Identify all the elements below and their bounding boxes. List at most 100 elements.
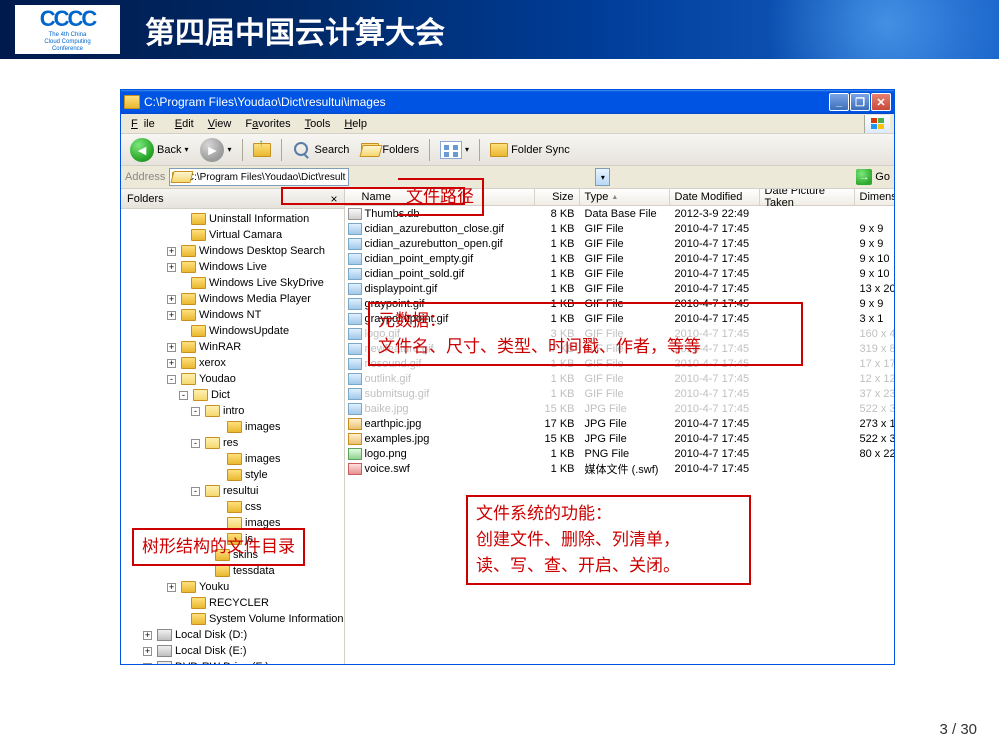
folder-sync-button[interactable]: Folder Sync bbox=[485, 137, 575, 163]
column-date-modified[interactable]: Date Modified bbox=[670, 189, 760, 205]
file-row[interactable]: examples.jpg15 KBJPG File2010-4-7 17:455… bbox=[345, 431, 894, 446]
expand-toggle[interactable]: - bbox=[167, 375, 176, 384]
tree-item[interactable]: js bbox=[121, 531, 344, 547]
tree-item[interactable]: Windows Live SkyDrive bbox=[121, 275, 344, 291]
window-titlebar[interactable]: C:\Program Files\Youdao\Dict\resultui\im… bbox=[121, 90, 894, 114]
tree-item[interactable]: +Windows Live bbox=[121, 259, 344, 275]
expand-toggle[interactable]: + bbox=[143, 663, 152, 665]
folder-icon bbox=[205, 437, 220, 449]
folders-button[interactable]: Folders bbox=[356, 137, 424, 163]
views-button[interactable]: ▾ bbox=[435, 137, 474, 163]
file-row[interactable]: cidian_point_empty.gif1 KBGIF File2010-4… bbox=[345, 251, 894, 266]
file-row[interactable]: voice.swf1 KB媒体文件 (.swf)2010-4-7 17:45 bbox=[345, 461, 894, 476]
tree-item[interactable]: +xerox bbox=[121, 355, 344, 371]
column-dimensions[interactable]: Dimensions bbox=[855, 189, 894, 205]
file-row[interactable]: displaypoint.gif1 KBGIF File2010-4-7 17:… bbox=[345, 281, 894, 296]
tree-item[interactable]: Uninstall Information bbox=[121, 211, 344, 227]
search-button[interactable]: Search bbox=[287, 137, 355, 163]
file-row[interactable]: logo.png1 KBPNG File2010-4-7 17:4580 x 2… bbox=[345, 446, 894, 461]
expand-toggle[interactable]: - bbox=[191, 487, 200, 496]
tree-item[interactable]: images bbox=[121, 515, 344, 531]
tree-item[interactable]: -Youdao bbox=[121, 371, 344, 387]
gif-file-icon bbox=[348, 328, 362, 340]
maximize-button[interactable]: ❐ bbox=[850, 93, 870, 111]
expand-toggle[interactable]: + bbox=[167, 295, 176, 304]
address-input[interactable]: C:\Program Files\Youdao\Dict\resultui\im… bbox=[169, 168, 349, 186]
tree-item[interactable]: css bbox=[121, 499, 344, 515]
column-size[interactable]: Size bbox=[535, 189, 580, 205]
file-row[interactable]: submitsug.gif1 KBGIF File2010-4-7 17:453… bbox=[345, 386, 894, 401]
address-dropdown-button[interactable]: ▾ bbox=[595, 168, 610, 186]
folder-up-icon: ↑ bbox=[253, 143, 271, 157]
tree-item[interactable]: tessdata bbox=[121, 563, 344, 579]
tree-item[interactable]: +Local Disk (D:) bbox=[121, 627, 344, 643]
file-row[interactable]: graypointpoint.gif1 KBGIF File2010-4-7 1… bbox=[345, 311, 894, 326]
up-button[interactable]: ↑ bbox=[248, 137, 276, 163]
column-type[interactable]: Type▲ bbox=[580, 189, 670, 205]
file-row[interactable]: logo.gif3 KBGIF File2010-4-7 17:45160 x … bbox=[345, 326, 894, 341]
menu-file[interactable]: File bbox=[125, 116, 167, 132]
file-row[interactable]: baike.jpg15 KBJPG File2010-4-7 17:45522 … bbox=[345, 401, 894, 416]
tree-item-label: WindowsUpdate bbox=[209, 325, 289, 337]
menu-favorites[interactable]: Favorites bbox=[239, 116, 296, 132]
back-button[interactable]: ◄ Back ▾ bbox=[125, 137, 193, 163]
tree-item[interactable]: WindowsUpdate bbox=[121, 323, 344, 339]
expand-toggle[interactable]: - bbox=[191, 407, 200, 416]
expand-toggle[interactable]: + bbox=[143, 631, 152, 640]
expand-toggle[interactable]: + bbox=[167, 263, 176, 272]
tree-item[interactable]: -resultui bbox=[121, 483, 344, 499]
close-folders-pane-button[interactable]: × bbox=[331, 192, 338, 206]
menu-edit[interactable]: Edit bbox=[169, 116, 200, 132]
file-row[interactable]: nosound.gif1 KBGIF File2010-4-7 17:4517 … bbox=[345, 356, 894, 371]
expand-toggle[interactable]: + bbox=[167, 311, 176, 320]
close-button[interactable]: ✕ bbox=[871, 93, 891, 111]
tree-item[interactable]: +WinRAR bbox=[121, 339, 344, 355]
file-row[interactable]: cidian_azurebutton_open.gif1 KBGIF File2… bbox=[345, 236, 894, 251]
folder-icon bbox=[227, 533, 242, 545]
expand-toggle[interactable]: + bbox=[167, 359, 176, 368]
tree-item[interactable]: +Windows NT bbox=[121, 307, 344, 323]
tree-item[interactable]: RECYCLER bbox=[121, 595, 344, 611]
file-row[interactable]: cidian_azurebutton_close.gif1 KBGIF File… bbox=[345, 221, 894, 236]
folder-icon bbox=[227, 453, 242, 465]
expand-toggle[interactable]: - bbox=[179, 391, 188, 400]
file-row[interactable]: graypoint.gif1 KBGIF File2010-4-7 17:459… bbox=[345, 296, 894, 311]
tree-item[interactable]: -res bbox=[121, 435, 344, 451]
expand-toggle[interactable]: + bbox=[167, 247, 176, 256]
tree-item[interactable]: -Dict bbox=[121, 387, 344, 403]
tree-item[interactable]: +Local Disk (E:) bbox=[121, 643, 344, 659]
expand-toggle[interactable]: - bbox=[191, 439, 200, 448]
tree-item[interactable]: skins bbox=[121, 547, 344, 563]
tree-item[interactable]: + DVD-RW Drive (F:) bbox=[121, 659, 344, 664]
folder-icon bbox=[181, 261, 196, 273]
tree-item[interactable]: System Volume Information bbox=[121, 611, 344, 627]
file-list[interactable]: Thumbs.db8 KBData Base File2012-3-9 22:4… bbox=[345, 206, 894, 664]
column-date-picture[interactable]: Date Picture Taken bbox=[760, 189, 855, 205]
views-icon bbox=[440, 141, 462, 159]
expand-toggle[interactable]: + bbox=[167, 343, 176, 352]
go-button[interactable]: → Go bbox=[856, 169, 890, 185]
file-row[interactable]: cidian_point_sold.gif1 KBGIF File2010-4-… bbox=[345, 266, 894, 281]
forward-button[interactable]: ► ▾ bbox=[195, 137, 236, 163]
tree-item[interactable]: +Windows Media Player bbox=[121, 291, 344, 307]
folder-tree[interactable]: Uninstall InformationVirtual Camara+Wind… bbox=[121, 209, 344, 664]
column-name[interactable]: Name bbox=[345, 189, 535, 205]
expand-toggle[interactable]: + bbox=[167, 583, 176, 592]
tree-item[interactable]: images bbox=[121, 419, 344, 435]
menu-view[interactable]: View bbox=[202, 116, 238, 132]
tree-item[interactable]: +Youku bbox=[121, 579, 344, 595]
tree-item[interactable]: Virtual Camara bbox=[121, 227, 344, 243]
menu-tools[interactable]: Tools bbox=[299, 116, 337, 132]
tree-item-label: DVD-RW Drive (F:) bbox=[175, 661, 269, 664]
tree-item[interactable]: images bbox=[121, 451, 344, 467]
menu-help[interactable]: Help bbox=[338, 116, 373, 132]
tree-item[interactable]: style bbox=[121, 467, 344, 483]
tree-item[interactable]: +Windows Desktop Search bbox=[121, 243, 344, 259]
minimize-button[interactable]: _ bbox=[829, 93, 849, 111]
file-row[interactable]: outlink.gif1 KBGIF File2010-4-7 17:4512 … bbox=[345, 371, 894, 386]
file-row[interactable]: Thumbs.db8 KBData Base File2012-3-9 22:4… bbox=[345, 206, 894, 221]
file-row[interactable]: newfeature.gif7 KBGIF File2010-4-7 17:45… bbox=[345, 341, 894, 356]
tree-item[interactable]: -intro bbox=[121, 403, 344, 419]
file-row[interactable]: earthpic.jpg17 KBJPG File2010-4-7 17:452… bbox=[345, 416, 894, 431]
expand-toggle[interactable]: + bbox=[143, 647, 152, 656]
